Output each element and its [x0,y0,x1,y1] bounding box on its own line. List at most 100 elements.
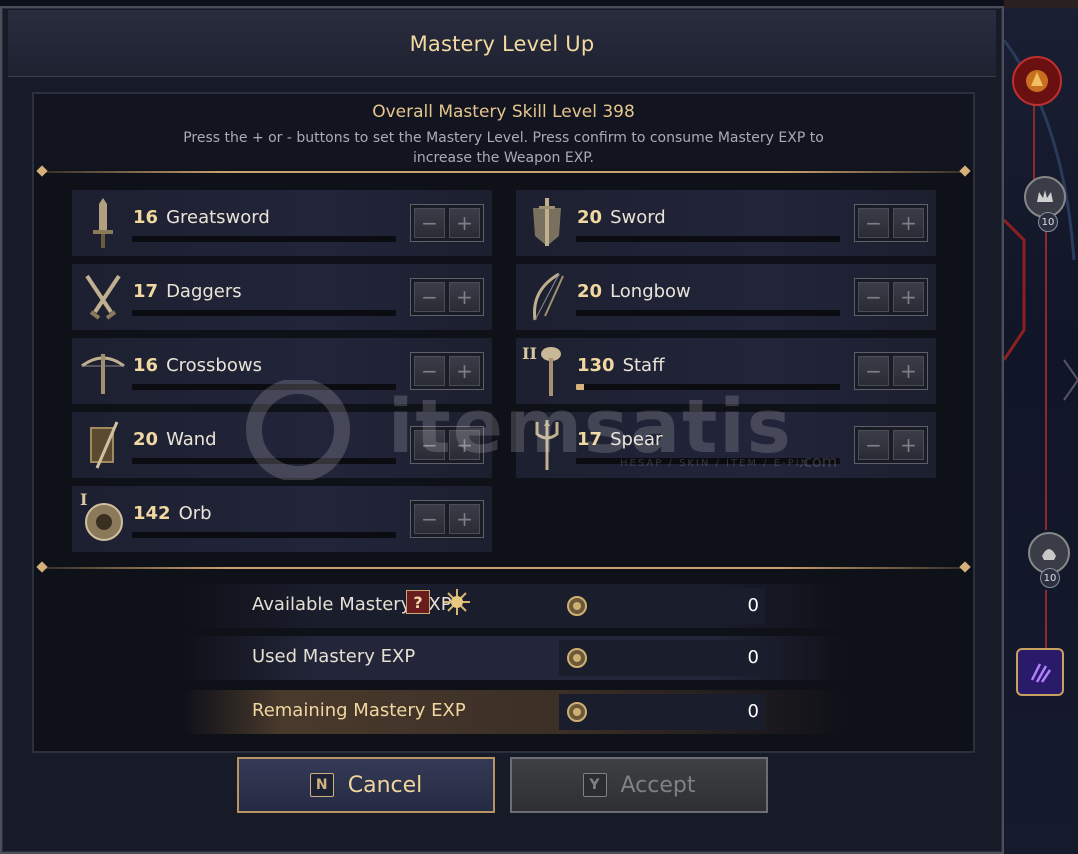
weapon-row-longbow: 20 Longbow − + [516,264,936,330]
weapon-exp-bar [132,532,396,538]
weapon-exp-bar [132,236,396,242]
minus-button[interactable]: − [858,282,889,312]
accept-label: Accept [620,772,696,798]
remaining-exp-value: 0 [747,701,759,722]
sword-shield-icon [522,196,572,250]
fire-skill-icon[interactable] [1012,56,1062,106]
weapon-name: Sword [610,207,666,228]
weapon-name: Daggers [166,281,242,302]
weapon-exp-bar [132,458,396,464]
mastery-level-up-dialog: Mastery Level Up Overall Mastery Skill L… [0,6,1004,854]
mastery-stepper: − + [410,278,484,316]
mastery-stepper: − + [854,204,928,242]
weapon-name: Spear [610,429,663,450]
plus-button[interactable]: + [893,282,924,312]
available-exp-value: 0 [747,595,759,616]
remaining-exp-label: Remaining Mastery EXP [252,700,466,721]
middle-divider [40,567,967,569]
weapon-exp-bar [576,458,840,464]
daggers-icon [78,270,128,324]
weapon-row-greatsword: 16 Greatsword − + [72,190,492,256]
dialog-titlebar: Mastery Level Up [8,10,996,77]
skill-tree-lines [1004,0,1078,650]
mastery-panel: Overall Mastery Skill Level 398 Press th… [32,92,975,753]
weapon-row-daggers: 17 Daggers − + [72,264,492,330]
weapon-row-crossbows: 16 Crossbows − + [72,338,492,404]
plus-button[interactable]: + [893,430,924,460]
key-hint-y: Y [582,773,607,797]
mastery-stepper: − + [410,204,484,242]
plus-button[interactable]: + [893,208,924,238]
weapon-exp-fill [576,384,584,390]
plus-button[interactable]: + [449,208,480,238]
weapon-name: Orb [178,503,212,524]
plus-button[interactable]: + [449,282,480,312]
plus-button[interactable]: + [449,504,480,534]
weapon-level: 17 [577,429,603,450]
sun-icon [444,589,470,615]
remaining-exp-row: Remaining Mastery EXP 0 [184,690,844,734]
orb-icon: I [78,490,128,546]
instructions-text: Press the + or - buttons to set the Mast… [183,130,824,166]
weapon-name: Greatsword [166,207,270,228]
weapon-level: 16 [133,207,159,228]
staff-icon: II [522,344,572,398]
weapon-exp-bar [576,310,840,316]
mastery-stepper: − + [410,500,484,538]
crossbow-icon [78,344,128,398]
weapon-exp-bar [132,384,396,390]
mastery-stepper: − + [854,426,928,464]
weapon-name: Longbow [610,281,691,302]
skill-level-badge: 10 [1040,568,1060,588]
weapon-level: 17 [133,281,159,302]
weapon-row-staff: II 130 Staff − + [516,338,936,404]
available-exp-value-box: 0 [559,588,765,624]
staff-tier-badge: II [522,344,537,363]
orb-tier-badge: I [80,490,88,509]
background-skill-tree: 10 10 [1004,0,1078,854]
key-hint-n: N [309,773,334,797]
greatsword-icon [78,196,128,250]
mastery-coin-icon [567,702,587,722]
spear-icon [522,418,572,472]
used-exp-row: Used Mastery EXP 0 [184,636,844,680]
mastery-stepper: − + [410,426,484,464]
minus-button[interactable]: − [858,430,889,460]
weapon-level: 16 [133,355,159,376]
cancel-label: Cancel [347,772,423,798]
overall-mastery-level: Overall Mastery Skill Level 398 [372,102,635,122]
minus-button[interactable]: − [414,282,445,312]
minus-button[interactable]: − [414,504,445,534]
minus-button[interactable]: − [858,208,889,238]
weapon-row-spear: 17 Spear − + [516,412,936,478]
minus-button[interactable]: − [858,356,889,386]
weapon-name: Crossbows [166,355,262,376]
wand-icon [78,418,128,472]
minus-button[interactable]: − [414,430,445,460]
weapon-level: 130 [577,355,615,376]
longbow-icon [522,270,572,324]
accept-button[interactable]: Y Accept [510,757,768,813]
plus-button[interactable]: + [449,356,480,386]
plus-button[interactable]: + [449,430,480,460]
help-button[interactable]: ? [406,590,430,614]
weapon-row-sword: 20 Sword − + [516,190,936,256]
weapon-level: 142 [133,503,171,524]
weapon-name: Wand [166,429,217,450]
skill-level-badge: 10 [1038,212,1058,232]
weapon-row-wand: 20 Wand − + [72,412,492,478]
weapon-exp-bar [576,236,840,242]
weapon-exp-bar [132,310,396,316]
plus-button[interactable]: + [893,356,924,386]
dialog-title: Mastery Level Up [409,32,595,56]
mastery-stepper: − + [854,278,928,316]
weapon-level: 20 [577,281,603,302]
minus-button[interactable]: − [414,208,445,238]
minus-button[interactable]: − [414,356,445,386]
mastery-stepper: − + [854,352,928,390]
remaining-exp-value-box: 0 [559,694,765,730]
claw-skill-icon[interactable] [1016,648,1064,696]
mastery-stepper: − + [410,352,484,390]
available-exp-row: Available Mastery EXP ? 0 [184,584,844,628]
cancel-button[interactable]: N Cancel [237,757,495,813]
